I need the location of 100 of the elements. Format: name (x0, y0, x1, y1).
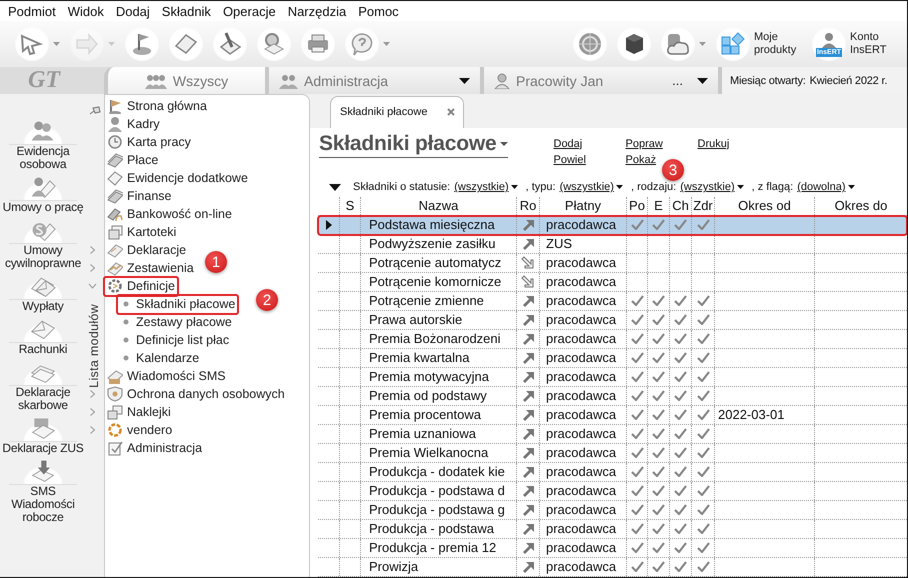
table-row[interactable]: Premia procentowa pracodawca 2022-03-01 (318, 406, 907, 425)
tree-item[interactable]: Kartoteki (103, 222, 180, 242)
tree-item[interactable]: Strona główna (103, 96, 211, 116)
books-icon (107, 188, 123, 204)
close-icon (447, 108, 456, 116)
table-cell: 2022-03-01 (715, 406, 815, 424)
tree-item[interactable]: Deklaracje (103, 240, 190, 260)
expand-chevron-icon[interactable] (90, 246, 95, 254)
table-cell: Premia uznaniowa (361, 424, 517, 443)
table-row[interactable]: Premia kwartalna pracodawca (318, 348, 907, 368)
action-link[interactable]: Pokaż (626, 154, 656, 170)
tab[interactable]: Wszyscy (104, 67, 265, 94)
table-cell: Premia Wielkanocna (361, 444, 517, 462)
menu-item[interactable]: Pomoc (352, 4, 405, 18)
table-row[interactable]: Podwyższenie zasiłku ZUS (318, 234, 907, 254)
checklist-icon (107, 440, 123, 456)
table-row[interactable]: Produkcja - dodatek kie pracodawca (318, 462, 907, 482)
table-row[interactable]: Produkcja - podstawa pracodawca (318, 520, 907, 539)
tree-item[interactable]: Zestawienia (103, 258, 198, 278)
document-tab[interactable]: Składniki płacowe (330, 96, 464, 128)
tree-item[interactable]: Płace (103, 150, 162, 170)
tree-item[interactable]: Bankowość on-line (103, 204, 236, 224)
table-row[interactable]: Premia uznaniowa pracodawca (318, 424, 907, 444)
sidebar-item[interactable]: Deklaracje skarbowe (0, 357, 86, 412)
menu-item[interactable]: Składnik (156, 4, 217, 18)
tree-item[interactable]: Wiadomości SMS (103, 366, 230, 386)
table-row[interactable]: Potrącenie automatycz pracodawca (318, 254, 907, 273)
table-row[interactable]: Produkcja - podstawa d pracodawca (318, 482, 907, 501)
action-link[interactable]: Powiel (554, 154, 586, 170)
filter-dropdown[interactable]: (wszystkie) (560, 181, 623, 194)
document-icon (107, 242, 123, 258)
pin-icon (89, 106, 101, 116)
table-cell: Premia od podstawy (361, 386, 517, 405)
tree-item[interactable]: vendero (103, 420, 176, 440)
tab[interactable]: Administracja (265, 67, 480, 94)
tab[interactable]: Pracowity Jan ... (480, 67, 718, 94)
chart-icon (107, 260, 123, 276)
caret-icon (510, 185, 518, 190)
action-link[interactable]: Drukuj (698, 138, 730, 154)
table-row[interactable]: Premia Wielkanocna pracodawca (318, 444, 907, 463)
tree-item[interactable]: Karta pracy (103, 132, 195, 152)
table-cell: pracodawca (540, 558, 627, 576)
table-row[interactable]: Prowizja pracodawca (318, 558, 907, 577)
expand-chevron-icon[interactable] (90, 390, 95, 398)
menu-item[interactable]: Podmiot (2, 4, 62, 18)
sidebar-item[interactable]: Umowy cywilnoprawne (0, 215, 86, 270)
table-row[interactable]: Produkcja - premia 12 pracodawca (318, 538, 907, 558)
people-icon (144, 72, 167, 88)
table-row[interactable]: Potrącenie zmienne pracodawca (318, 292, 907, 311)
table-row[interactable]: Premia motywacyjna pracodawca (318, 368, 907, 387)
table-cell: pracodawca (540, 310, 627, 329)
tree-item[interactable]: Definicje (103, 276, 179, 296)
menu-item[interactable]: Widok (62, 4, 110, 18)
tree-item[interactable]: Finanse (103, 186, 176, 206)
menu-item[interactable]: Operacje (216, 4, 282, 18)
tree-item[interactable]: Ewidencje dodatkowe (103, 168, 252, 188)
expand-chevron-icon[interactable] (88, 284, 96, 288)
expand-chevron-icon[interactable] (90, 426, 95, 434)
caret-icon (736, 185, 744, 190)
tree-item[interactable]: Składniki płacowe (116, 294, 240, 314)
menu-item[interactable]: Dodaj (110, 4, 156, 18)
sidebar-item[interactable]: Ewidencja osobowa (0, 116, 86, 171)
logo: GT (27, 67, 62, 94)
filter-dropdown[interactable]: (wszystkie) (454, 181, 518, 194)
filter-dropdown[interactable]: (wszystkie) (680, 181, 744, 194)
tree-item[interactable]: Administracja (103, 438, 206, 458)
collapse-toggle-icon[interactable] (329, 184, 341, 191)
table-cell: pracodawca (540, 500, 627, 519)
tree-item[interactable]: Ochrona danych osobowych (103, 384, 289, 404)
filter-dropdown[interactable]: (dowolna) (797, 181, 854, 194)
table-cell: pracodawca (540, 520, 627, 538)
table-row[interactable]: Premia od podstawy pracodawca (318, 386, 907, 406)
row-pointer-icon (326, 220, 332, 230)
table-cell: Premia procentowa (361, 406, 517, 424)
products-button[interactable]: Moje produkty (713, 27, 805, 61)
tree-item[interactable]: Definicje list płac (116, 330, 234, 350)
tree-item[interactable]: Naklejki (103, 402, 175, 422)
table-row[interactable]: Potrącenie komornicze pracodawca (318, 272, 907, 292)
table-row[interactable]: Prawa autorskie pracodawca (318, 310, 907, 330)
action-link[interactable]: Dodaj (554, 138, 582, 154)
expand-chevron-icon[interactable] (90, 408, 95, 416)
menu-item[interactable]: Narzędzia (282, 4, 352, 18)
action-link[interactable]: Popraw (626, 138, 663, 154)
table-cell: pracodawca (540, 538, 627, 557)
caret-icon (500, 142, 508, 146)
tree-item[interactable]: Zestawy płacowe (116, 312, 236, 332)
filter-label: Składniki o statusie: (353, 181, 450, 194)
table-row[interactable]: Produkcja - podstawa g pracodawca (318, 500, 907, 520)
table-cell: pracodawca (540, 216, 627, 234)
sidebar-item[interactable]: SMS Wiadomości robocze (0, 456, 86, 524)
table-cell: Potrącenie zmienne (361, 292, 517, 310)
caret-icon (459, 78, 470, 84)
table-row[interactable]: Podstawa miesięczna pracodawca (318, 216, 907, 235)
tree-item[interactable]: Kalendarze (116, 348, 204, 368)
clock-icon (107, 134, 123, 150)
table-row[interactable]: Premia Bożonarodzeni pracodawca (318, 330, 907, 349)
expand-chevron-icon[interactable] (90, 264, 95, 272)
table-cell: pracodawca (540, 462, 627, 481)
table-cell: pracodawca (540, 424, 627, 443)
tree-item[interactable]: Kadry (103, 114, 164, 134)
